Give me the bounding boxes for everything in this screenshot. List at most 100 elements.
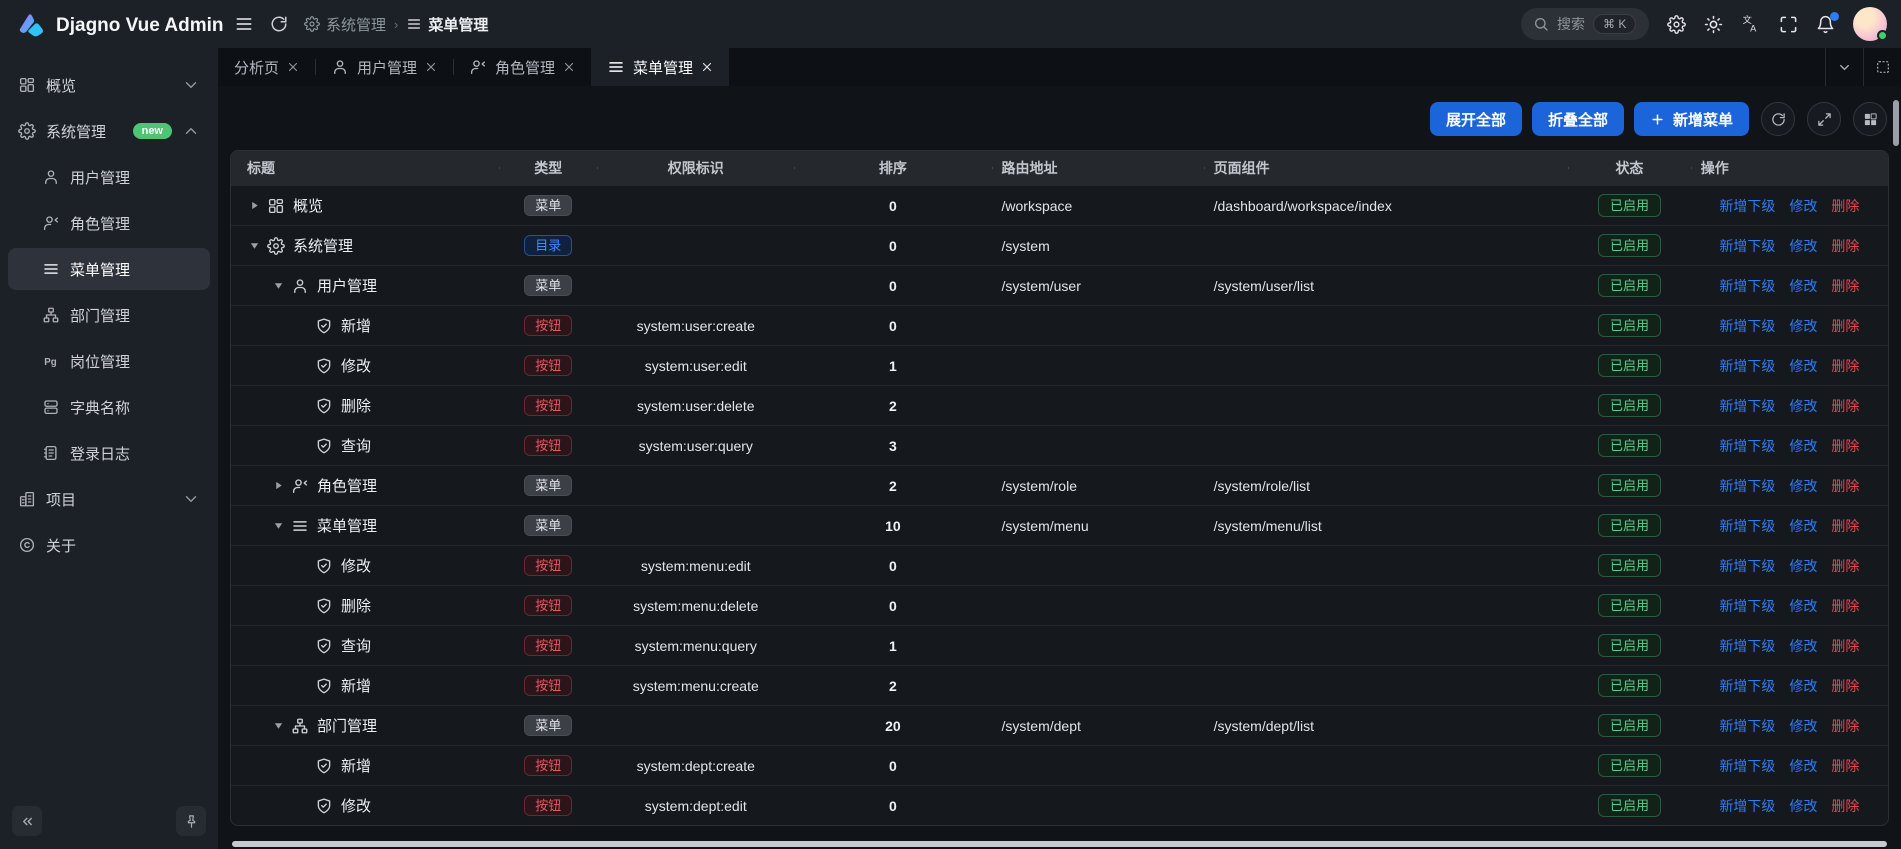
pin-sidebar-button[interactable] bbox=[176, 806, 206, 836]
row-action-edit[interactable]: 修改 bbox=[1789, 276, 1817, 296]
row-action-edit[interactable]: 修改 bbox=[1789, 356, 1817, 376]
vertical-scrollbar[interactable] bbox=[1893, 100, 1899, 146]
settings-button[interactable] bbox=[1667, 15, 1686, 34]
row-action-add-child[interactable]: 新增下级 bbox=[1719, 276, 1775, 296]
tab-close-icon[interactable] bbox=[701, 61, 713, 73]
horizontal-scrollbar[interactable] bbox=[232, 841, 1887, 847]
row-action-add-child[interactable]: 新增下级 bbox=[1719, 596, 1775, 616]
global-search-input[interactable]: 搜索 ⌘ K bbox=[1521, 8, 1649, 40]
row-action-add-child[interactable]: 新增下级 bbox=[1719, 516, 1775, 536]
refresh-table-button[interactable] bbox=[1761, 102, 1795, 136]
sidebar-item-dict-name[interactable]: 字典名称 bbox=[8, 386, 210, 428]
tree-expand-arrow[interactable] bbox=[245, 200, 263, 211]
tab-user-management[interactable]: 用户管理 bbox=[315, 48, 453, 86]
row-action-add-child[interactable]: 新增下级 bbox=[1719, 356, 1775, 376]
row-action-delete[interactable]: 删除 bbox=[1831, 396, 1859, 416]
column-settings-button[interactable] bbox=[1853, 102, 1887, 136]
sidebar-item-overview[interactable]: 概览 bbox=[8, 64, 210, 106]
expand-all-button[interactable]: 展开全部 bbox=[1430, 102, 1522, 136]
column-header-type[interactable]: 类型 bbox=[499, 158, 597, 178]
tab-role-management[interactable]: 角色管理 bbox=[453, 48, 591, 86]
sidebar-item-project[interactable]: 项目 bbox=[8, 478, 210, 520]
row-action-delete[interactable]: 删除 bbox=[1831, 676, 1859, 696]
sidebar-item-post-management[interactable]: Pg岗位管理 bbox=[8, 340, 210, 382]
row-action-edit[interactable]: 修改 bbox=[1789, 516, 1817, 536]
column-header-status[interactable]: 状态 bbox=[1568, 158, 1691, 178]
row-action-delete[interactable]: 删除 bbox=[1831, 316, 1859, 336]
notifications-button[interactable] bbox=[1816, 15, 1835, 34]
row-action-edit[interactable]: 修改 bbox=[1789, 556, 1817, 576]
row-action-add-child[interactable]: 新增下级 bbox=[1719, 756, 1775, 776]
row-action-delete[interactable]: 删除 bbox=[1831, 556, 1859, 576]
column-header-sort[interactable]: 排序 bbox=[794, 158, 991, 178]
row-action-delete[interactable]: 删除 bbox=[1831, 756, 1859, 776]
row-action-add-child[interactable]: 新增下级 bbox=[1719, 796, 1775, 816]
tree-expand-arrow[interactable] bbox=[269, 480, 287, 491]
row-action-edit[interactable]: 修改 bbox=[1789, 636, 1817, 656]
row-action-delete[interactable]: 删除 bbox=[1831, 236, 1859, 256]
row-action-add-child[interactable]: 新增下级 bbox=[1719, 716, 1775, 736]
sidebar-item-user-management[interactable]: 用户管理 bbox=[8, 156, 210, 198]
row-action-edit[interactable]: 修改 bbox=[1789, 316, 1817, 336]
sidebar-item-about[interactable]: 关于 bbox=[8, 524, 210, 566]
column-header-component[interactable]: 页面组件 bbox=[1204, 158, 1569, 178]
collapse-all-button[interactable]: 折叠全部 bbox=[1532, 102, 1624, 136]
row-action-add-child[interactable]: 新增下级 bbox=[1719, 196, 1775, 216]
row-action-add-child[interactable]: 新增下级 bbox=[1719, 316, 1775, 336]
sidebar-item-login-log[interactable]: 登录日志 bbox=[8, 432, 210, 474]
row-action-delete[interactable]: 删除 bbox=[1831, 196, 1859, 216]
sidebar-item-dept-management[interactable]: 部门管理 bbox=[8, 294, 210, 336]
row-action-add-child[interactable]: 新增下级 bbox=[1719, 436, 1775, 456]
row-action-edit[interactable]: 修改 bbox=[1789, 716, 1817, 736]
row-action-delete[interactable]: 删除 bbox=[1831, 716, 1859, 736]
row-action-add-child[interactable]: 新增下级 bbox=[1719, 396, 1775, 416]
fullscreen-button[interactable] bbox=[1779, 15, 1798, 34]
row-action-add-child[interactable]: 新增下级 bbox=[1719, 636, 1775, 656]
row-action-delete[interactable]: 删除 bbox=[1831, 276, 1859, 296]
column-header-actions[interactable]: 操作 bbox=[1691, 158, 1888, 178]
row-action-add-child[interactable]: 新增下级 bbox=[1719, 556, 1775, 576]
row-action-add-child[interactable]: 新增下级 bbox=[1719, 236, 1775, 256]
column-header-title[interactable]: 标题 bbox=[231, 158, 499, 178]
row-action-add-child[interactable]: 新增下级 bbox=[1719, 476, 1775, 496]
content-maximize-button[interactable] bbox=[1863, 48, 1901, 86]
tab-close-icon[interactable] bbox=[287, 61, 299, 73]
row-action-delete[interactable]: 删除 bbox=[1831, 356, 1859, 376]
row-action-edit[interactable]: 修改 bbox=[1789, 436, 1817, 456]
row-action-edit[interactable]: 修改 bbox=[1789, 476, 1817, 496]
row-action-delete[interactable]: 删除 bbox=[1831, 436, 1859, 456]
logo[interactable]: Djagno Vue Admin bbox=[0, 0, 218, 52]
sidebar-item-menu-management[interactable]: 菜单管理 bbox=[8, 248, 210, 290]
toggle-sidebar-button[interactable] bbox=[234, 14, 254, 34]
tab-close-icon[interactable] bbox=[425, 61, 437, 73]
tree-collapse-arrow[interactable] bbox=[269, 280, 287, 291]
tabs-dropdown-button[interactable] bbox=[1825, 48, 1863, 86]
row-action-edit[interactable]: 修改 bbox=[1789, 756, 1817, 776]
row-action-delete[interactable]: 删除 bbox=[1831, 596, 1859, 616]
table-fullscreen-button[interactable] bbox=[1807, 102, 1841, 136]
tree-collapse-arrow[interactable] bbox=[269, 520, 287, 531]
refresh-page-button[interactable] bbox=[270, 15, 288, 33]
row-action-delete[interactable]: 删除 bbox=[1831, 476, 1859, 496]
row-action-edit[interactable]: 修改 bbox=[1789, 396, 1817, 416]
tree-collapse-arrow[interactable] bbox=[269, 720, 287, 731]
language-button[interactable]: 文A bbox=[1741, 14, 1761, 34]
row-action-delete[interactable]: 删除 bbox=[1831, 796, 1859, 816]
row-action-edit[interactable]: 修改 bbox=[1789, 596, 1817, 616]
add-menu-button[interactable]: 新增菜单 bbox=[1634, 102, 1749, 136]
column-header-perm[interactable]: 权限标识 bbox=[597, 158, 794, 178]
row-action-edit[interactable]: 修改 bbox=[1789, 796, 1817, 816]
sidebar-item-role-management[interactable]: 角色管理 bbox=[8, 202, 210, 244]
sidebar-item-system-management[interactable]: 系统管理new bbox=[8, 110, 210, 152]
tree-collapse-arrow[interactable] bbox=[245, 240, 263, 251]
breadcrumb-item-system[interactable]: 系统管理 bbox=[304, 14, 386, 35]
row-action-add-child[interactable]: 新增下级 bbox=[1719, 676, 1775, 696]
user-avatar[interactable] bbox=[1853, 7, 1887, 41]
row-action-edit[interactable]: 修改 bbox=[1789, 236, 1817, 256]
row-action-edit[interactable]: 修改 bbox=[1789, 676, 1817, 696]
collapse-sidebar-button[interactable] bbox=[12, 806, 42, 836]
theme-toggle-button[interactable] bbox=[1704, 15, 1723, 34]
row-action-delete[interactable]: 删除 bbox=[1831, 636, 1859, 656]
tab-menu-management[interactable]: 菜单管理 bbox=[591, 48, 729, 86]
row-action-edit[interactable]: 修改 bbox=[1789, 196, 1817, 216]
